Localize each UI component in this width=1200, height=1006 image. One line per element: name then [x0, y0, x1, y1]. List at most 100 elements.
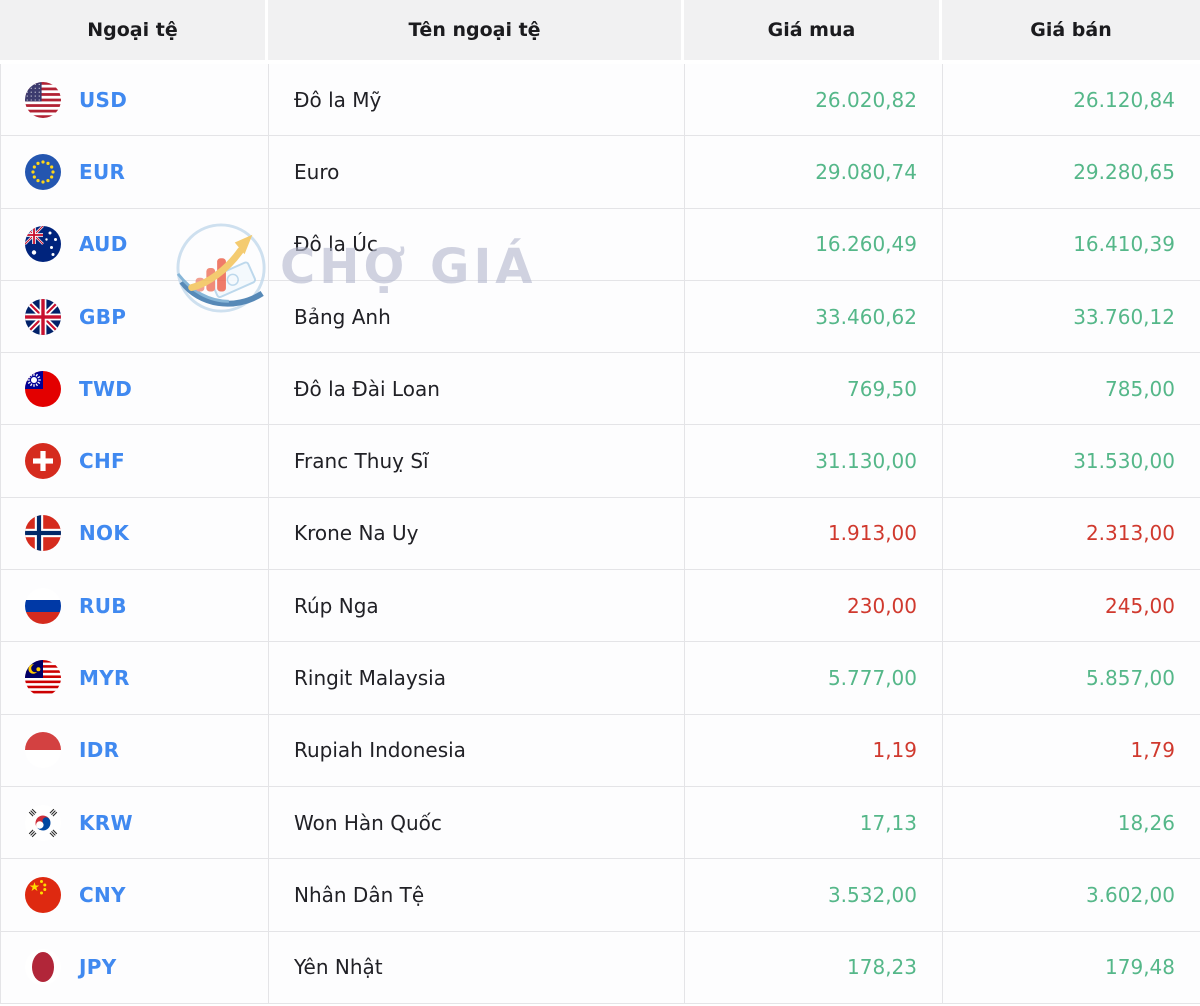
- buy-cell: 29.080,74: [685, 136, 943, 208]
- currency-code-link[interactable]: AUD: [79, 232, 128, 256]
- buy-price: 178,23: [847, 955, 917, 980]
- table-row: AUD Đô la Úc 16.260,49 16.410,39: [0, 208, 1200, 281]
- table-row: RUB Rúp Nga 230,00 245,00: [0, 570, 1200, 643]
- table-body: USD Đô la Mỹ 26.020,82 26.120,84 EUR Eur…: [0, 64, 1200, 1004]
- currency-cell: MYR: [1, 642, 269, 714]
- aud-flag-icon: [25, 226, 61, 263]
- currency-cell: RUB: [1, 570, 269, 642]
- table-row: EUR Euro 29.080,74 29.280,65: [0, 136, 1200, 209]
- currency-name: Won Hàn Quốc: [294, 810, 442, 835]
- table-row: CHF Franc Thuỵ Sĩ 31.130,00 31.530,00: [0, 425, 1200, 498]
- sell-cell: 785,00: [943, 353, 1200, 424]
- buy-price: 1.913,00: [827, 521, 917, 546]
- col-header-buy-price: Giá mua: [684, 0, 942, 60]
- currency-name: Yên Nhật: [294, 955, 383, 980]
- buy-cell: 230,00: [685, 570, 943, 642]
- nok-flag-icon: [25, 515, 61, 552]
- sell-cell: 3.602,00: [943, 859, 1200, 930]
- sell-cell: 179,48: [943, 932, 1200, 1003]
- sell-price: 3.602,00: [1085, 882, 1175, 907]
- currency-cell: NOK: [1, 497, 269, 570]
- sell-cell: 5.857,00: [943, 642, 1200, 713]
- buy-cell: 1.913,00: [685, 497, 943, 570]
- sell-price: 16.410,39: [1073, 232, 1175, 257]
- sell-price: 5.857,00: [1085, 666, 1175, 691]
- name-cell: Đô la Úc: [269, 208, 685, 280]
- name-cell: Nhân Dân Tệ: [269, 859, 685, 931]
- currency-cell: IDR: [1, 714, 269, 786]
- currency-cell: CNY: [1, 859, 269, 931]
- buy-price: 31.130,00: [815, 449, 917, 474]
- name-cell: Yên Nhật: [269, 931, 685, 1003]
- buy-cell: 31.130,00: [685, 425, 943, 497]
- table-row: JPY Yên Nhật 178,23 179,48: [0, 931, 1200, 1004]
- currency-cell: EUR: [1, 136, 269, 208]
- name-cell: Franc Thuỵ Sĩ: [269, 425, 685, 497]
- buy-cell: 33.460,62: [685, 280, 943, 353]
- buy-price: 29.080,74: [815, 159, 917, 184]
- buy-price: 26.020,82: [815, 87, 917, 112]
- buy-price: 230,00: [847, 593, 917, 618]
- sell-cell: 29.280,65: [943, 136, 1200, 207]
- sell-price: 179,48: [1105, 955, 1175, 980]
- sell-cell: 31.530,00: [943, 425, 1200, 496]
- col-header-currency-name: Tên ngoại tệ: [268, 0, 684, 60]
- table-header-row: Ngoại tệ Tên ngoại tệ Giá mua Giá bán: [0, 0, 1200, 60]
- idr-flag-icon: [25, 732, 61, 769]
- sell-price: 31.530,00: [1073, 449, 1175, 474]
- currency-name: Rúp Nga: [294, 593, 379, 618]
- buy-price: 16.260,49: [815, 232, 917, 257]
- currency-name: Franc Thuỵ Sĩ: [294, 449, 429, 474]
- table-row: CNY Nhân Dân Tệ 3.532,00 3.602,00: [0, 859, 1200, 932]
- currency-name: Đô la Đài Loan: [294, 376, 440, 401]
- name-cell: Krone Na Uy: [269, 497, 685, 570]
- sell-price: 29.280,65: [1073, 159, 1175, 184]
- sell-cell: 1,79: [943, 715, 1200, 786]
- currency-name: Rupiah Indonesia: [294, 738, 466, 763]
- sell-price: 33.760,12: [1073, 304, 1175, 329]
- gbp-flag-icon: [25, 298, 61, 335]
- currency-cell: USD: [1, 64, 269, 136]
- sell-price: 245,00: [1105, 593, 1175, 618]
- buy-price: 3.532,00: [827, 882, 917, 907]
- currency-code-link[interactable]: RUB: [79, 594, 127, 618]
- name-cell: Rúp Nga: [269, 570, 685, 642]
- currency-code-link[interactable]: CNY: [79, 883, 126, 907]
- buy-cell: 178,23: [685, 931, 943, 1003]
- currency-name: Krone Na Uy: [294, 521, 419, 546]
- buy-cell: 3.532,00: [685, 859, 943, 931]
- name-cell: Ringit Malaysia: [269, 642, 685, 714]
- currency-code-link[interactable]: IDR: [79, 738, 119, 762]
- currency-code-link[interactable]: NOK: [79, 521, 129, 545]
- table-row: NOK Krone Na Uy 1.913,00 2.313,00: [0, 497, 1200, 571]
- currency-code-link[interactable]: USD: [79, 88, 127, 112]
- cny-flag-icon: [25, 876, 61, 913]
- sell-cell: 18,26: [943, 787, 1200, 858]
- currency-name: Ringit Malaysia: [294, 666, 446, 691]
- currency-code-link[interactable]: KRW: [79, 811, 133, 835]
- currency-code-link[interactable]: CHF: [79, 449, 125, 473]
- currency-code-link[interactable]: TWD: [79, 377, 132, 401]
- twd-flag-icon: [25, 370, 61, 407]
- eur-flag-icon: [25, 153, 61, 190]
- currency-name: Nhân Dân Tệ: [294, 882, 425, 907]
- name-cell: Euro: [269, 136, 685, 208]
- currency-name: Bảng Anh: [294, 304, 391, 329]
- buy-price: 769,50: [847, 376, 917, 401]
- buy-price: 5.777,00: [827, 666, 917, 691]
- table-row: KRW Won Hàn Quốc 17,13 18,26: [0, 786, 1200, 860]
- sell-price: 785,00: [1105, 376, 1175, 401]
- sell-price: 1,79: [1130, 738, 1175, 763]
- buy-cell: 1,19: [685, 714, 943, 786]
- currency-name: Đô la Úc: [294, 232, 378, 257]
- currency-code-link[interactable]: GBP: [79, 305, 126, 329]
- currency-code-link[interactable]: MYR: [79, 666, 130, 690]
- sell-cell: 2.313,00: [943, 498, 1200, 569]
- currency-code-link[interactable]: EUR: [79, 160, 125, 184]
- buy-cell: 26.020,82: [685, 64, 943, 136]
- currency-cell: CHF: [1, 425, 269, 497]
- name-cell: Đô la Đài Loan: [269, 353, 685, 425]
- currency-code-link[interactable]: JPY: [79, 955, 116, 979]
- buy-cell: 769,50: [685, 353, 943, 425]
- name-cell: Won Hàn Quốc: [269, 786, 685, 859]
